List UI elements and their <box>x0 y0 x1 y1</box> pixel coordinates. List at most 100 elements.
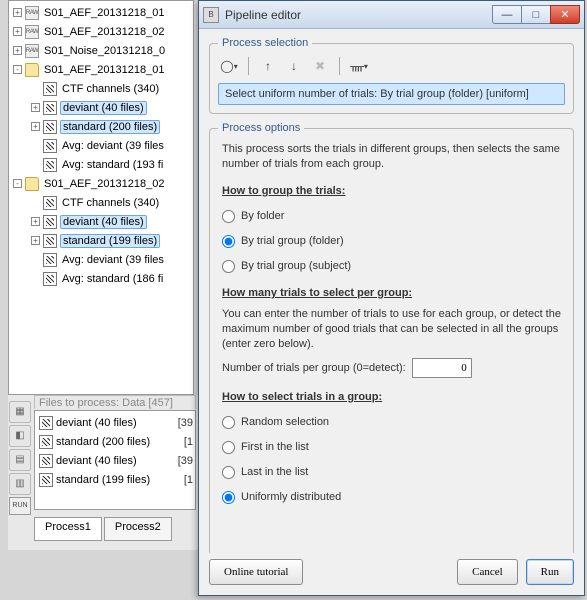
tree-row[interactable]: + standard (199 files) <box>9 231 193 250</box>
tree-label[interactable]: standard (199 files) <box>60 234 160 248</box>
tree-row[interactable]: Avg: deviant (39 files <box>9 136 193 155</box>
data-icon <box>39 416 53 430</box>
close-button[interactable]: ✕ <box>550 5 580 24</box>
move-up-icon[interactable]: ↑ <box>257 55 279 77</box>
online-tutorial-button[interactable]: Online tutorial <box>209 559 303 585</box>
select-heading: How to select trials in a group: <box>222 390 561 405</box>
select-option[interactable]: Last in the list <box>222 465 561 480</box>
folder-icon <box>25 177 39 191</box>
tree-label[interactable]: Avg: standard (193 fi <box>60 159 165 171</box>
tree-label[interactable]: S01_AEF_20131218_02 <box>42 178 167 190</box>
expand-toggle[interactable]: + <box>31 217 40 226</box>
tree-label[interactable]: standard (200 files) <box>60 120 160 134</box>
expand-toggle[interactable]: + <box>31 236 40 245</box>
group-option-radio[interactable] <box>222 210 235 223</box>
tool-b-icon[interactable]: ◧ <box>9 425 31 447</box>
select-option[interactable]: Random selection <box>222 415 561 430</box>
ctf-icon <box>43 82 57 96</box>
select-option[interactable]: Uniformly distributed <box>222 490 561 505</box>
file-count: [39 <box>178 417 193 429</box>
maximize-button[interactable]: □ <box>521 5 551 24</box>
process-selection-group: Process selection ◯▾ ↑ ↓ ✖ ᚄ▾ Select uni… <box>209 37 574 114</box>
move-down-icon[interactable]: ↓ <box>283 55 305 77</box>
expand-toggle[interactable]: + <box>31 122 40 131</box>
tree-row[interactable]: + deviant (40 files) <box>9 98 193 117</box>
select-option-radio[interactable] <box>222 491 235 504</box>
database-tree[interactable]: +RAWS01_AEF_20131218_01+RAWS01_AEF_20131… <box>8 0 194 395</box>
expand-toggle[interactable]: + <box>13 27 22 36</box>
select-option-radio[interactable] <box>222 416 235 429</box>
select-option-radio[interactable] <box>222 441 235 454</box>
data-icon <box>43 101 57 115</box>
group-option[interactable]: By trial group (folder) <box>222 234 561 249</box>
minimize-button[interactable]: — <box>492 5 522 24</box>
pipeline-menu-icon[interactable]: ᚄ▾ <box>348 55 370 77</box>
tree-row[interactable]: Avg: deviant (39 files <box>9 250 193 269</box>
file-row[interactable]: standard (200 files)[1 <box>37 432 193 451</box>
expand-toggle[interactable]: + <box>13 8 22 17</box>
process-options-legend: Process options <box>218 122 304 134</box>
run-button[interactable]: Run <box>526 559 574 585</box>
tree-row[interactable]: - S01_AEF_20131218_01 <box>9 60 193 79</box>
data-icon <box>43 158 57 172</box>
group-option-radio[interactable] <box>222 235 235 248</box>
expand-toggle[interactable]: - <box>13 65 22 74</box>
tree-label[interactable]: CTF channels (340) <box>60 83 161 95</box>
trials-per-group-input[interactable] <box>412 358 472 378</box>
tree-label[interactable]: deviant (40 files) <box>60 215 147 229</box>
cancel-button[interactable]: Cancel <box>457 559 518 585</box>
selected-process-row[interactable]: Select uniform number of trials: By tria… <box>218 83 565 105</box>
group-option[interactable]: By trial group (subject) <box>222 259 561 274</box>
files-list[interactable]: deviant (40 files)[39standard (200 files… <box>34 410 196 510</box>
data-icon <box>43 215 57 229</box>
tree-label[interactable]: S01_AEF_20131218_01 <box>42 7 167 19</box>
process-toolbar: ◯▾ ↑ ↓ ✖ ᚄ▾ <box>218 55 565 77</box>
select-option-radio[interactable] <box>222 466 235 479</box>
tool-d-icon[interactable]: ▥ <box>9 473 31 495</box>
tool-c-icon[interactable]: ▤ <box>9 449 31 471</box>
tree-label[interactable]: S01_AEF_20131218_02 <box>42 26 167 38</box>
file-row[interactable]: deviant (40 files)[39 <box>37 451 193 470</box>
tree-row[interactable]: +RAWS01_AEF_20131218_02 <box>9 22 193 41</box>
file-label: standard (199 files) <box>56 474 150 486</box>
process-tab[interactable]: Process1 <box>34 517 102 541</box>
tree-row[interactable]: + standard (200 files) <box>9 117 193 136</box>
expand-toggle[interactable]: + <box>13 46 22 55</box>
process-selection-legend: Process selection <box>218 37 312 49</box>
tree-label[interactable]: S01_Noise_20131218_0 <box>42 45 167 57</box>
file-label: standard (200 files) <box>56 436 150 448</box>
tree-row[interactable]: CTF channels (340) <box>9 193 193 212</box>
raw-icon: RAW <box>25 6 39 20</box>
tree-label[interactable]: Avg: deviant (39 files <box>60 140 166 152</box>
tree-row[interactable]: Avg: standard (193 fi <box>9 155 193 174</box>
tree-label[interactable]: Avg: standard (186 fi <box>60 273 165 285</box>
tree-row[interactable]: +RAWS01_Noise_20131218_0 <box>9 41 193 60</box>
tool-a-icon[interactable]: ▦ <box>9 401 31 423</box>
expand-toggle[interactable]: + <box>31 103 40 112</box>
tree-row[interactable]: Avg: standard (186 fi <box>9 269 193 288</box>
run-mini-button[interactable]: RUN <box>9 497 31 515</box>
group-option[interactable]: By folder <box>222 209 561 224</box>
tree-row[interactable]: CTF channels (340) <box>9 79 193 98</box>
tree-row[interactable]: - S01_AEF_20131218_02 <box>9 174 193 193</box>
tree-row[interactable]: +RAWS01_AEF_20131218_01 <box>9 3 193 22</box>
tree-row[interactable]: + deviant (40 files) <box>9 212 193 231</box>
delete-process-icon[interactable]: ✖ <box>309 55 331 77</box>
data-icon <box>43 139 57 153</box>
raw-icon: RAW <box>25 44 39 58</box>
expand-toggle[interactable]: - <box>13 179 22 188</box>
process-tab[interactable]: Process2 <box>104 517 172 541</box>
file-row[interactable]: deviant (40 files)[39 <box>37 413 193 432</box>
tree-label[interactable]: Avg: deviant (39 files <box>60 254 166 266</box>
ctf-icon <box>43 196 57 210</box>
pipeline-editor-dialog: B Pipeline editor — □ ✕ Process selectio… <box>198 0 585 596</box>
data-icon <box>39 435 53 449</box>
add-process-icon[interactable]: ◯▾ <box>218 55 240 77</box>
tree-label[interactable]: deviant (40 files) <box>60 101 147 115</box>
group-option-label: By folder <box>241 209 284 224</box>
tree-label[interactable]: S01_AEF_20131218_01 <box>42 64 167 76</box>
file-row[interactable]: standard (199 files)[1 <box>37 470 193 489</box>
tree-label[interactable]: CTF channels (340) <box>60 197 161 209</box>
select-option[interactable]: First in the list <box>222 440 561 455</box>
group-option-radio[interactable] <box>222 260 235 273</box>
